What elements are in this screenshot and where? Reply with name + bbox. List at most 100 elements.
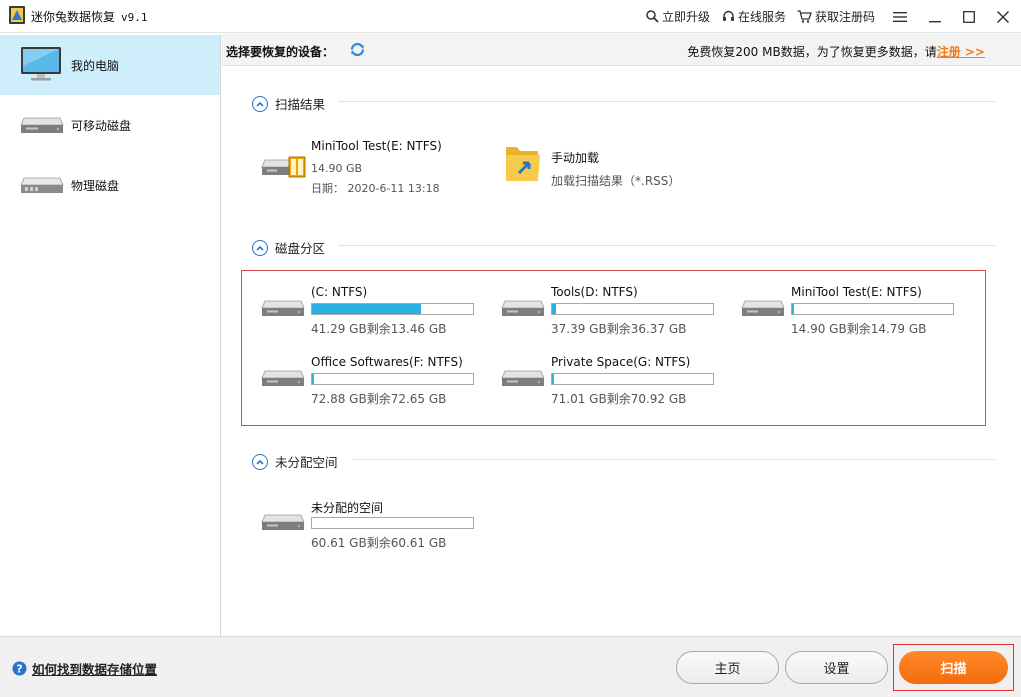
section-divider bbox=[352, 459, 995, 460]
usage-bar bbox=[311, 303, 474, 315]
usage-bar bbox=[551, 303, 714, 315]
sidebar-item-label: 我的电脑 bbox=[71, 58, 120, 73]
usage-bar-fill bbox=[552, 374, 555, 384]
online-service-label: 在线服务 bbox=[738, 10, 787, 24]
drive-size: 37.39 GB剩余36.37 GB bbox=[551, 322, 687, 336]
help-storage-location-link[interactable]: ? 如何找到数据存储位置 bbox=[12, 659, 157, 678]
menu-button[interactable] bbox=[883, 0, 917, 33]
hard-disk-icon bbox=[501, 295, 545, 322]
drive-size: 60.61 GB剩余60.61 GB bbox=[311, 536, 447, 550]
upgrade-link[interactable]: 立即升级 bbox=[646, 8, 710, 25]
app-title-text: 迷你兔数据恢复 bbox=[31, 10, 116, 24]
section-title: 磁盘分区 bbox=[275, 241, 326, 256]
minimize-button[interactable] bbox=[918, 0, 952, 33]
usage-bar-fill bbox=[552, 304, 557, 314]
chevron-up-icon bbox=[256, 459, 264, 465]
sidebar-item-label: 物理磁盘 bbox=[71, 178, 120, 193]
search-icon bbox=[646, 10, 659, 23]
hard-disk-icon bbox=[261, 509, 305, 536]
scan-result-date: 日期： 2020-6-11 13:18 bbox=[311, 182, 440, 195]
drive-item[interactable]: MiniTool Test(E: NTFS) 14.90 GB剩余14.79 GB bbox=[741, 285, 971, 345]
hard-disk-icon bbox=[261, 365, 305, 392]
section-title: 未分配空间 bbox=[275, 455, 338, 470]
minimize-icon bbox=[929, 20, 941, 22]
svg-text:?: ? bbox=[16, 663, 22, 676]
usage-bar-fill bbox=[312, 304, 421, 314]
scan-button[interactable]: 扫描 bbox=[899, 651, 1008, 684]
drive-item[interactable]: Tools(D: NTFS) 37.39 GB剩余36.37 GB bbox=[501, 285, 731, 345]
settings-button[interactable]: 设置 bbox=[785, 651, 888, 684]
manual-load-item[interactable]: 手动加载 加载扫描结果（*.RSS） bbox=[501, 143, 721, 189]
drive-item[interactable]: Private Space(G: NTFS) 71.01 GB剩余70.92 GB bbox=[501, 355, 731, 415]
scan-result-size: 14.90 GB bbox=[311, 162, 363, 175]
sidebar-item-label: 可移动磁盘 bbox=[71, 118, 132, 133]
section-partitions: 磁盘分区 bbox=[252, 238, 325, 257]
drive-item[interactable]: 未分配的空间 60.61 GB剩余60.61 GB bbox=[261, 499, 491, 559]
scan-result-name: MiniTool Test(E: NTFS) bbox=[311, 139, 442, 153]
help-link-label: 如何找到数据存储位置 bbox=[32, 662, 158, 677]
removable-disk-icon bbox=[20, 112, 64, 139]
scan-button-highlight: 扫描 bbox=[893, 644, 1014, 691]
sidebar-item-my-computer[interactable]: 我的电脑 bbox=[0, 35, 220, 95]
app-title: 迷你兔数据恢复 v9.1 bbox=[31, 8, 148, 25]
promo-text: 免费恢复200 MB数据，为了恢复更多数据，请注册 >> bbox=[687, 43, 985, 60]
online-service-link[interactable]: 在线服务 bbox=[722, 8, 786, 25]
collapse-partitions-button[interactable] bbox=[252, 239, 268, 256]
section-divider bbox=[338, 245, 995, 246]
drive-name: Private Space(G: NTFS) bbox=[551, 355, 691, 369]
drive-name: 未分配的空间 bbox=[311, 501, 384, 515]
manual-load-title: 手动加载 bbox=[551, 151, 600, 165]
monitor-icon bbox=[20, 46, 62, 85]
collapse-unallocated-button[interactable] bbox=[252, 453, 268, 470]
refresh-icon bbox=[350, 42, 365, 57]
upgrade-label: 立即升级 bbox=[662, 10, 711, 24]
chevron-up-icon bbox=[256, 245, 264, 251]
maximize-icon bbox=[963, 10, 975, 23]
get-code-label: 获取注册码 bbox=[815, 10, 876, 24]
usage-bar bbox=[311, 517, 474, 529]
hard-disk-icon bbox=[261, 295, 305, 322]
folder-load-icon bbox=[505, 143, 541, 188]
usage-bar bbox=[551, 373, 714, 385]
close-button[interactable] bbox=[986, 0, 1020, 33]
sidebar-item-removable-disk[interactable]: 可移动磁盘 bbox=[0, 95, 220, 155]
title-bar: 迷你兔数据恢复 v9.1 立即升级 在线服务 获取注册码 bbox=[0, 0, 1021, 33]
home-button[interactable]: 主页 bbox=[676, 651, 779, 684]
usage-bar-fill bbox=[312, 374, 315, 384]
headset-icon bbox=[723, 10, 734, 21]
sidebar: 我的电脑 可移动磁盘 物理磁盘 bbox=[0, 34, 221, 636]
disk-result-icon bbox=[261, 153, 307, 182]
collapse-scan-results-button[interactable] bbox=[252, 95, 268, 112]
drive-item[interactable]: (C: NTFS) 41.29 GB剩余13.46 GB bbox=[261, 285, 491, 345]
usage-bar bbox=[311, 373, 474, 385]
hard-disk-icon bbox=[501, 365, 545, 392]
close-icon bbox=[997, 10, 1009, 23]
get-code-link[interactable]: 获取注册码 bbox=[797, 8, 875, 25]
drive-name: MiniTool Test(E: NTFS) bbox=[791, 285, 922, 299]
refresh-button[interactable] bbox=[349, 41, 366, 61]
chevron-up-icon bbox=[256, 101, 264, 107]
drive-name: Office Softwares(F: NTFS) bbox=[311, 355, 463, 369]
device-select-title: 选择要恢复的设备： bbox=[226, 45, 335, 59]
drive-name: (C: NTFS) bbox=[311, 285, 368, 299]
drive-size: 14.90 GB剩余14.79 GB bbox=[791, 322, 927, 336]
drive-size: 41.29 GB剩余13.46 GB bbox=[311, 322, 447, 336]
usage-bar bbox=[791, 303, 954, 315]
device-select-header: 选择要恢复的设备： 免费恢复200 MB数据，为了恢复更多数据，请注册 >> bbox=[222, 34, 1021, 66]
usage-bar-fill bbox=[792, 304, 795, 314]
section-unallocated: 未分配空间 bbox=[252, 452, 338, 471]
drive-size: 72.88 GB剩余72.65 GB bbox=[311, 392, 447, 406]
scan-result-item[interactable]: MiniTool Test(E: NTFS) 14.90 GB 日期： 2020… bbox=[261, 139, 481, 199]
app-logo-icon bbox=[9, 6, 25, 24]
hamburger-icon bbox=[893, 11, 907, 22]
drive-item[interactable]: Office Softwares(F: NTFS) 72.88 GB剩余72.65… bbox=[261, 355, 491, 415]
sidebar-item-physical-disk[interactable]: 物理磁盘 bbox=[0, 155, 220, 215]
maximize-button[interactable] bbox=[952, 0, 986, 33]
register-link[interactable]: 注册 >> bbox=[937, 45, 985, 59]
physical-disk-icon bbox=[20, 172, 64, 199]
manual-load-subtitle: 加载扫描结果（*.RSS） bbox=[551, 174, 681, 188]
drive-name: Tools(D: NTFS) bbox=[551, 285, 638, 299]
cart-icon bbox=[797, 10, 812, 23]
section-divider bbox=[338, 101, 995, 102]
promo-message: 免费恢复200 MB数据，为了恢复更多数据，请 bbox=[687, 45, 937, 59]
